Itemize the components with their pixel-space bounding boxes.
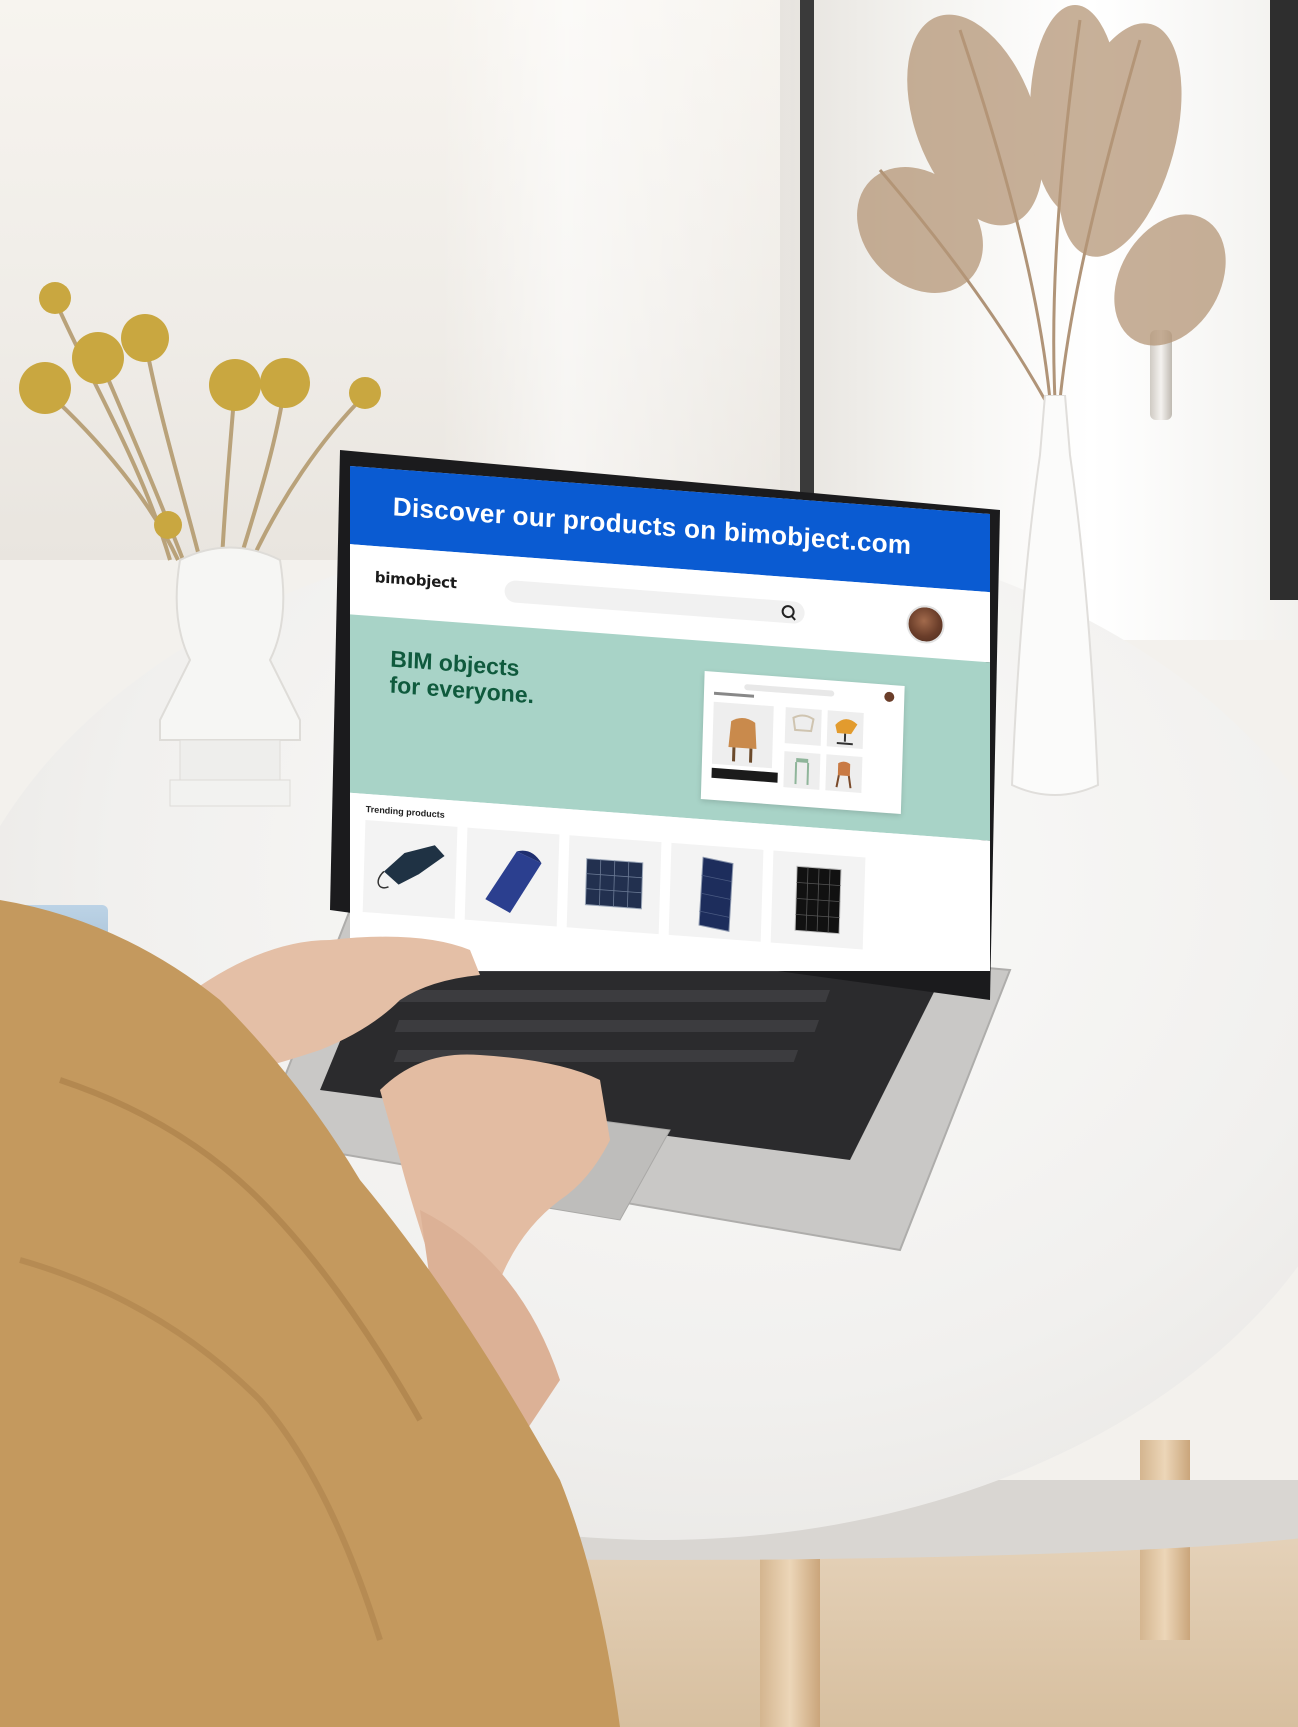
window-mullion [800,0,814,500]
preview-download-button [711,767,778,783]
person [0,900,620,1727]
search-input[interactable] [504,579,805,625]
preview-tile [825,754,863,793]
bimobject-logo[interactable]: bimobject [374,568,457,592]
hero-preview-image [700,671,905,814]
window-handle [1150,330,1172,420]
preview-tile [711,701,774,769]
search-icon[interactable] [781,604,795,619]
trending-title: Trending products [365,803,445,820]
preview-tile [784,707,822,746]
preview-avatar [884,691,895,703]
preview-search-bar [744,684,835,697]
avatar[interactable] [905,604,946,645]
white-vase [1010,395,1100,796]
product-card[interactable] [770,850,866,950]
bust-vase [159,546,301,807]
photo-scene: Discover our products on bimobject.com b… [0,0,1298,1727]
window-frame-right [1270,0,1298,600]
preview-label [713,691,755,698]
hero-title: BIM objects for everyone. [389,645,535,708]
preview-tile [826,710,864,749]
banner-text: Discover our products on bimobject.com [392,491,912,561]
preview-tile [783,751,821,790]
